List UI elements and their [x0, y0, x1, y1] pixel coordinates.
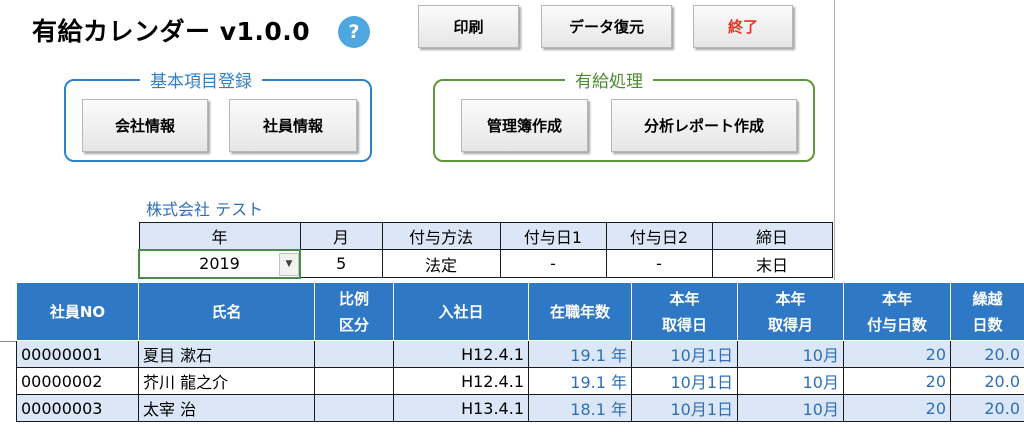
tenure-cell: 19.1 年: [528, 367, 632, 395]
carry-days-cell: 20.0: [950, 394, 1024, 422]
paid-leave-title: 有給処理: [565, 67, 653, 92]
col-ratio-line1: 比例: [338, 289, 369, 308]
employee-info-button[interactable]: 社員情報: [229, 99, 357, 152]
basic-registration-title: 基本項目登録: [140, 67, 262, 92]
employee-name-cell[interactable]: 芥川 龍之介: [138, 367, 315, 395]
col-grant-days: 本年 付与日数: [843, 282, 951, 341]
method-cell[interactable]: 法定: [381, 249, 501, 278]
month-header: 月: [299, 222, 383, 250]
employee-name-cell[interactable]: 夏目 漱石: [138, 340, 315, 368]
data-restore-button[interactable]: データ復元: [541, 5, 672, 48]
acq-month-cell: 10月: [737, 394, 844, 422]
col-acq-month: 本年 取得月: [737, 282, 844, 341]
help-icon[interactable]: ?: [338, 16, 370, 48]
ratio-cell[interactable]: [314, 367, 394, 395]
method-header: 付与方法: [381, 222, 501, 250]
employee-no-cell[interactable]: 00000001: [16, 340, 139, 368]
closing-day-cell[interactable]: 末日: [711, 249, 833, 278]
acq-month-cell: 10月: [737, 340, 844, 368]
carry-days-cell: 20.0: [950, 367, 1024, 395]
col-employee-no: 社員NO: [16, 282, 139, 341]
year-cell[interactable]: 2019 ▼: [138, 248, 301, 279]
grant-days-cell: 20: [843, 340, 951, 368]
grant-days-cell: 20: [843, 367, 951, 395]
app-title: 有給カレンダー v1.0.0: [32, 17, 311, 46]
employee-no-cell[interactable]: 00000002: [16, 367, 139, 395]
year-header: 年: [138, 222, 301, 250]
grant-day2-header: 付与日2: [605, 222, 713, 250]
acq-month-cell: 10月: [737, 367, 844, 395]
employee-table: 社員NO 氏名 比例区分 入社日 在職年数 本年取得日 本年取得月 本年付与日数…: [16, 282, 1024, 422]
sheet-divider: [834, 0, 835, 280]
year-value: 2019: [199, 254, 240, 273]
col-carry-days: 繰越 日数: [950, 282, 1024, 341]
carry-days-cell: 20.0: [950, 340, 1024, 368]
joined-cell[interactable]: H13.4.1: [393, 394, 529, 422]
col-grant-days-line2: 付与日数: [866, 315, 927, 334]
col-joined: 入社日: [393, 282, 529, 341]
acq-day-cell: 10月1日: [631, 367, 738, 395]
row-guide-line: [0, 341, 16, 342]
table-row[interactable]: 00000001 夏目 漱石 H12.4.1 19.1 年 10月1日 10月 …: [16, 340, 1024, 368]
col-tenure: 在職年数: [528, 282, 632, 341]
settings-table: 年 月 付与方法 付与日1 付与日2 締日 2019 ▼ 5 法定 - - 末日: [138, 222, 833, 279]
acq-day-cell: 10月1日: [631, 340, 738, 368]
col-ratio: 比例 区分: [314, 282, 394, 341]
joined-cell[interactable]: H12.4.1: [393, 367, 529, 395]
grant-days-cell: 20: [843, 394, 951, 422]
exit-button[interactable]: 終了: [693, 5, 793, 48]
ratio-cell[interactable]: [314, 394, 394, 422]
col-acq-day-line1: 本年: [669, 289, 700, 308]
tenure-cell: 18.1 年: [528, 394, 632, 422]
col-acq-month-line1: 本年: [775, 289, 806, 308]
acq-day-cell: 10月1日: [631, 394, 738, 422]
col-acq-day: 本年 取得日: [631, 282, 738, 341]
month-cell[interactable]: 5: [299, 249, 383, 278]
grant-day1-header: 付与日1: [499, 222, 607, 250]
grant-day2-cell[interactable]: -: [605, 249, 713, 278]
dropdown-arrow-icon[interactable]: ▼: [279, 252, 299, 276]
tenure-cell: 19.1 年: [528, 340, 632, 368]
analysis-report-button[interactable]: 分析レポート作成: [611, 99, 797, 152]
col-acq-month-line2: 取得月: [767, 315, 813, 334]
col-acq-day-line2: 取得日: [661, 315, 707, 334]
company-info-button[interactable]: 会社情報: [82, 99, 208, 152]
col-name: 氏名: [138, 282, 315, 341]
ratio-cell[interactable]: [314, 340, 394, 368]
print-button[interactable]: 印刷: [418, 5, 519, 48]
table-row[interactable]: 00000003 太宰 治 H13.4.1 18.1 年 10月1日 10月 2…: [16, 394, 1024, 422]
col-carry-days-line2: 日数: [972, 315, 1003, 334]
grant-day1-cell[interactable]: -: [499, 249, 607, 278]
ledger-create-button[interactable]: 管理簿作成: [461, 99, 588, 152]
joined-cell[interactable]: H12.4.1: [393, 340, 529, 368]
closing-day-header: 締日: [711, 222, 833, 250]
employee-name-cell[interactable]: 太宰 治: [138, 394, 315, 422]
employee-no-cell[interactable]: 00000003: [16, 394, 139, 422]
company-name: 株式会社 テスト: [146, 200, 264, 219]
col-grant-days-line1: 本年: [881, 289, 912, 308]
col-ratio-line2: 区分: [338, 315, 369, 334]
table-row[interactable]: 00000002 芥川 龍之介 H12.4.1 19.1 年 10月1日 10月…: [16, 367, 1024, 395]
col-carry-days-line1: 繰越: [972, 289, 1003, 308]
